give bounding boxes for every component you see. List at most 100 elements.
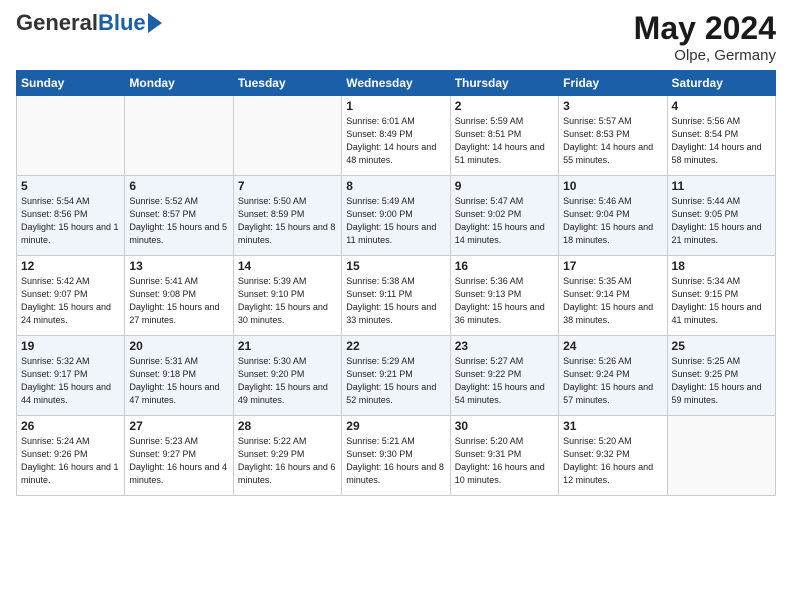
day-header-wednesday: Wednesday bbox=[342, 71, 450, 96]
calendar-cell: 30Sunrise: 5:20 AM Sunset: 9:31 PM Dayli… bbox=[450, 416, 558, 496]
day-number: 7 bbox=[238, 179, 337, 193]
day-details: Sunrise: 5:34 AM Sunset: 9:15 PM Dayligh… bbox=[672, 275, 771, 327]
day-details: Sunrise: 5:26 AM Sunset: 9:24 PM Dayligh… bbox=[563, 355, 662, 407]
calendar-cell: 17 Sunrise: 5:35 AM Sunset: 9:14 PM Dayli… bbox=[559, 256, 667, 336]
day-number: 2 bbox=[455, 99, 554, 113]
calendar-cell: 19Sunrise: 5:32 AM Sunset: 9:17 PM Dayli… bbox=[17, 336, 125, 416]
day-details: Sunrise: 5:47 AM Sunset: 9:02 PM Dayligh… bbox=[455, 195, 554, 247]
day-details: Sunrise: 6:01 AM Sunset: 8:49 PM Dayligh… bbox=[346, 115, 445, 167]
day-number: 14 bbox=[238, 259, 337, 273]
calendar-cell: 25 Sunrise: 5:25 AM Sunset: 9:25 PM Dayli… bbox=[667, 336, 775, 416]
day-number: 28 bbox=[238, 419, 337, 433]
day-number: 22 bbox=[346, 339, 445, 353]
day-details: Sunrise: 5:54 AM Sunset: 8:56 PM Dayligh… bbox=[21, 195, 120, 247]
calendar-week-1: 1Sunrise: 6:01 AM Sunset: 8:49 PM Daylig… bbox=[17, 96, 776, 176]
day-number: 4 bbox=[672, 99, 771, 113]
day-header-friday: Friday bbox=[559, 71, 667, 96]
calendar-cell: 26 Sunrise: 5:24 AM Sunset: 9:26 PM Dayli… bbox=[17, 416, 125, 496]
day-details: Sunrise: 5:46 AM Sunset: 9:04 PM Dayligh… bbox=[563, 195, 662, 247]
calendar-cell: 28 Sunrise: 5:22 AM Sunset: 9:29 PM Dayli… bbox=[233, 416, 341, 496]
calendar-cell: 10 Sunrise: 5:46 AM Sunset: 9:04 PM Dayli… bbox=[559, 176, 667, 256]
calendar-cell: 14Sunrise: 5:39 AM Sunset: 9:10 PM Dayli… bbox=[233, 256, 341, 336]
calendar-cell: 12Sunrise: 5:42 AM Sunset: 9:07 PM Dayli… bbox=[17, 256, 125, 336]
day-number: 17 bbox=[563, 259, 662, 273]
calendar-cell bbox=[17, 96, 125, 176]
day-details: Sunrise: 5:35 AM Sunset: 9:14 PM Dayligh… bbox=[563, 275, 662, 327]
calendar-cell: 11 Sunrise: 5:44 AM Sunset: 9:05 PM Dayli… bbox=[667, 176, 775, 256]
day-number: 5 bbox=[21, 179, 120, 193]
calendar-cell bbox=[667, 416, 775, 496]
day-number: 26 bbox=[21, 419, 120, 433]
day-number: 11 bbox=[672, 179, 771, 193]
day-details: Sunrise: 5:24 AM Sunset: 9:26 PM Dayligh… bbox=[21, 435, 120, 487]
calendar-cell: 2 Sunrise: 5:59 AM Sunset: 8:51 PM Daylig… bbox=[450, 96, 558, 176]
day-number: 19 bbox=[21, 339, 120, 353]
calendar-week-2: 5 Sunrise: 5:54 AM Sunset: 8:56 PM Daylig… bbox=[17, 176, 776, 256]
calendar-cell bbox=[125, 96, 233, 176]
calendar-cell: 9 Sunrise: 5:47 AM Sunset: 9:02 PM Daylig… bbox=[450, 176, 558, 256]
calendar-cell: 29 Sunrise: 5:21 AM Sunset: 9:30 PM Dayli… bbox=[342, 416, 450, 496]
calendar-cell: 4 Sunrise: 5:56 AM Sunset: 8:54 PM Daylig… bbox=[667, 96, 775, 176]
day-details: Sunrise: 5:22 AM Sunset: 9:29 PM Dayligh… bbox=[238, 435, 337, 487]
calendar-header-row: SundayMondayTuesdayWednesdayThursdayFrid… bbox=[17, 71, 776, 96]
day-header-saturday: Saturday bbox=[667, 71, 775, 96]
day-number: 23 bbox=[455, 339, 554, 353]
day-details: Sunrise: 5:57 AM Sunset: 8:53 PM Dayligh… bbox=[563, 115, 662, 167]
day-details: Sunrise: 5:25 AM Sunset: 9:25 PM Dayligh… bbox=[672, 355, 771, 407]
calendar-cell: 18 Sunrise: 5:34 AM Sunset: 9:15 PM Dayli… bbox=[667, 256, 775, 336]
day-details: Sunrise: 5:50 AM Sunset: 8:59 PM Dayligh… bbox=[238, 195, 337, 247]
day-details: Sunrise: 5:29 AM Sunset: 9:21 PM Dayligh… bbox=[346, 355, 445, 407]
calendar-cell: 24 Sunrise: 5:26 AM Sunset: 9:24 PM Dayli… bbox=[559, 336, 667, 416]
day-details: Sunrise: 5:44 AM Sunset: 9:05 PM Dayligh… bbox=[672, 195, 771, 247]
day-details: Sunrise: 5:30 AM Sunset: 9:20 PM Dayligh… bbox=[238, 355, 337, 407]
calendar-cell: 3Sunrise: 5:57 AM Sunset: 8:53 PM Daylig… bbox=[559, 96, 667, 176]
day-number: 6 bbox=[129, 179, 228, 193]
day-details: Sunrise: 5:38 AM Sunset: 9:11 PM Dayligh… bbox=[346, 275, 445, 327]
title-block: May 2024 Olpe, Germany bbox=[634, 10, 776, 64]
calendar-cell: 15 Sunrise: 5:38 AM Sunset: 9:11 PM Dayli… bbox=[342, 256, 450, 336]
day-header-tuesday: Tuesday bbox=[233, 71, 341, 96]
calendar-cell: 31 Sunrise: 5:20 AM Sunset: 9:32 PM Dayli… bbox=[559, 416, 667, 496]
calendar-week-4: 19Sunrise: 5:32 AM Sunset: 9:17 PM Dayli… bbox=[17, 336, 776, 416]
day-details: Sunrise: 5:59 AM Sunset: 8:51 PM Dayligh… bbox=[455, 115, 554, 167]
calendar-cell bbox=[233, 96, 341, 176]
day-number: 18 bbox=[672, 259, 771, 273]
page-header: General Blue May 2024 Olpe, Germany bbox=[16, 10, 776, 64]
day-number: 16 bbox=[455, 259, 554, 273]
calendar-cell: 27 Sunrise: 5:23 AM Sunset: 9:27 PM Dayli… bbox=[125, 416, 233, 496]
day-number: 31 bbox=[563, 419, 662, 433]
day-number: 8 bbox=[346, 179, 445, 193]
day-details: Sunrise: 5:49 AM Sunset: 9:00 PM Dayligh… bbox=[346, 195, 445, 247]
day-details: Sunrise: 5:27 AM Sunset: 9:22 PM Dayligh… bbox=[455, 355, 554, 407]
calendar-cell: 20Sunrise: 5:31 AM Sunset: 9:18 PM Dayli… bbox=[125, 336, 233, 416]
calendar-cell: 1Sunrise: 6:01 AM Sunset: 8:49 PM Daylig… bbox=[342, 96, 450, 176]
day-details: Sunrise: 5:21 AM Sunset: 9:30 PM Dayligh… bbox=[346, 435, 445, 487]
day-details: Sunrise: 5:20 AM Sunset: 9:32 PM Dayligh… bbox=[563, 435, 662, 487]
day-details: Sunrise: 5:23 AM Sunset: 9:27 PM Dayligh… bbox=[129, 435, 228, 487]
calendar-table: SundayMondayTuesdayWednesdayThursdayFrid… bbox=[16, 70, 776, 496]
day-number: 21 bbox=[238, 339, 337, 353]
location-label: Olpe, Germany bbox=[634, 47, 776, 64]
day-number: 30 bbox=[455, 419, 554, 433]
calendar-cell: 22 Sunrise: 5:29 AM Sunset: 9:21 PM Dayli… bbox=[342, 336, 450, 416]
day-number: 25 bbox=[672, 339, 771, 353]
logo: General Blue bbox=[16, 10, 162, 36]
day-number: 24 bbox=[563, 339, 662, 353]
day-number: 29 bbox=[346, 419, 445, 433]
calendar-cell: 16 Sunrise: 5:36 AM Sunset: 9:13 PM Dayli… bbox=[450, 256, 558, 336]
day-number: 9 bbox=[455, 179, 554, 193]
day-number: 15 bbox=[346, 259, 445, 273]
calendar-week-5: 26 Sunrise: 5:24 AM Sunset: 9:26 PM Dayli… bbox=[17, 416, 776, 496]
day-number: 13 bbox=[129, 259, 228, 273]
day-number: 12 bbox=[21, 259, 120, 273]
logo-arrow-icon bbox=[148, 13, 162, 33]
calendar-cell: 6Sunrise: 5:52 AM Sunset: 8:57 PM Daylig… bbox=[125, 176, 233, 256]
day-details: Sunrise: 5:36 AM Sunset: 9:13 PM Dayligh… bbox=[455, 275, 554, 327]
calendar-week-3: 12Sunrise: 5:42 AM Sunset: 9:07 PM Dayli… bbox=[17, 256, 776, 336]
day-number: 10 bbox=[563, 179, 662, 193]
day-details: Sunrise: 5:56 AM Sunset: 8:54 PM Dayligh… bbox=[672, 115, 771, 167]
calendar-cell: 7 Sunrise: 5:50 AM Sunset: 8:59 PM Daylig… bbox=[233, 176, 341, 256]
day-details: Sunrise: 5:41 AM Sunset: 9:08 PM Dayligh… bbox=[129, 275, 228, 327]
day-number: 27 bbox=[129, 419, 228, 433]
calendar-cell: 13 Sunrise: 5:41 AM Sunset: 9:08 PM Dayli… bbox=[125, 256, 233, 336]
